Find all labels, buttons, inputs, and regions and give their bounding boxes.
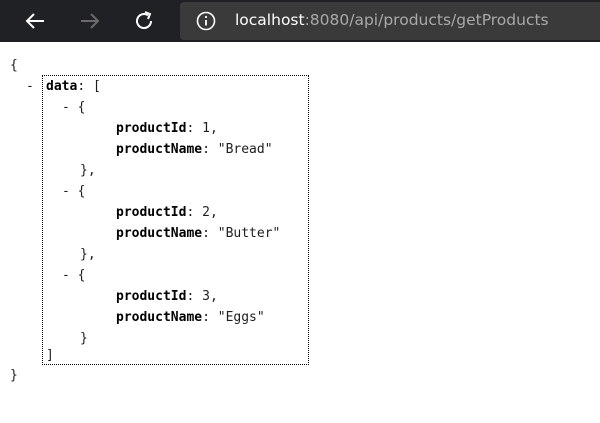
brace: { (77, 268, 86, 283)
colon: : (186, 121, 195, 136)
brace: } (10, 368, 18, 383)
brace: { (10, 58, 18, 73)
colon: : (202, 310, 210, 325)
json-number: 3 (202, 289, 210, 304)
brace: { (77, 100, 86, 115)
json-key: productName (116, 226, 203, 241)
info-icon[interactable] (196, 11, 216, 31)
reload-button[interactable] (128, 5, 160, 37)
json-key: productName (116, 310, 203, 325)
forward-arrow-icon (81, 13, 100, 29)
collapse-toggle[interactable]: - (26, 79, 34, 94)
data-key-line: data: [ (46, 77, 101, 97)
json-line-data: - (26, 77, 34, 97)
forward-button[interactable] (74, 5, 106, 37)
colon: : (202, 226, 210, 241)
back-arrow-icon (25, 13, 44, 29)
comma: , (209, 121, 218, 136)
item-open-line: - { (62, 182, 85, 202)
close-bracket: ] (46, 348, 54, 363)
json-line-product-id: productId: 3, (116, 287, 218, 307)
url-text[interactable]: localhost:8080/api/products/getProducts (235, 10, 549, 30)
collapse-toggle[interactable]: - (62, 268, 70, 283)
collapse-toggle[interactable]: - (62, 100, 70, 115)
browser-toolbar: localhost:8080/api/products/getProducts (0, 0, 600, 42)
json-string: "Bread" (217, 142, 273, 157)
brace: }, (80, 163, 96, 178)
collapse-toggle[interactable]: - (62, 184, 70, 199)
url-host: localhost (235, 11, 305, 29)
json-line-product-id: productId: 2, (116, 203, 218, 223)
colon: : (186, 205, 195, 220)
address-bar[interactable]: localhost:8080/api/products/getProducts (180, 2, 600, 40)
json-key: data (46, 79, 78, 94)
json-key: productId (116, 289, 187, 304)
comma: , (209, 289, 218, 304)
root-close-brace: } (10, 366, 18, 386)
json-viewer: { - data: [ - { productId: 1, productNam… (0, 42, 600, 423)
back-button[interactable] (19, 5, 51, 37)
open-bracket: [ (92, 79, 101, 94)
json-line-product-name: productName: "Bread" (116, 140, 273, 160)
json-string: "Butter" (217, 226, 281, 241)
item-open-line: - { (62, 98, 85, 118)
colon: : (186, 289, 195, 304)
brace: { (77, 184, 86, 199)
brace: }, (80, 247, 96, 262)
url-path: :8080/api/products/getProducts (304, 11, 549, 29)
json-key: productId (116, 205, 187, 220)
json-number: 2 (202, 205, 210, 220)
json-key: productId (116, 121, 187, 136)
root-open-brace: { (10, 56, 18, 76)
colon: : (77, 79, 86, 94)
json-number: 1 (202, 121, 210, 136)
item-close-line: }, (80, 245, 96, 265)
comma: , (209, 205, 218, 220)
item-close-line: }, (80, 161, 96, 181)
item-close-line: } (80, 329, 88, 349)
json-line-product-name: productName: "Eggs" (116, 308, 265, 328)
json-key: productName (116, 142, 203, 157)
brace: } (80, 331, 88, 346)
item-open-line: - { (62, 266, 85, 286)
colon: : (202, 142, 210, 157)
json-string: "Eggs" (217, 310, 265, 325)
json-line-product-name: productName: "Butter" (116, 224, 280, 244)
reload-icon (136, 11, 153, 30)
array-close-bracket: ] (46, 346, 54, 366)
json-line-product-id: productId: 1, (116, 119, 218, 139)
